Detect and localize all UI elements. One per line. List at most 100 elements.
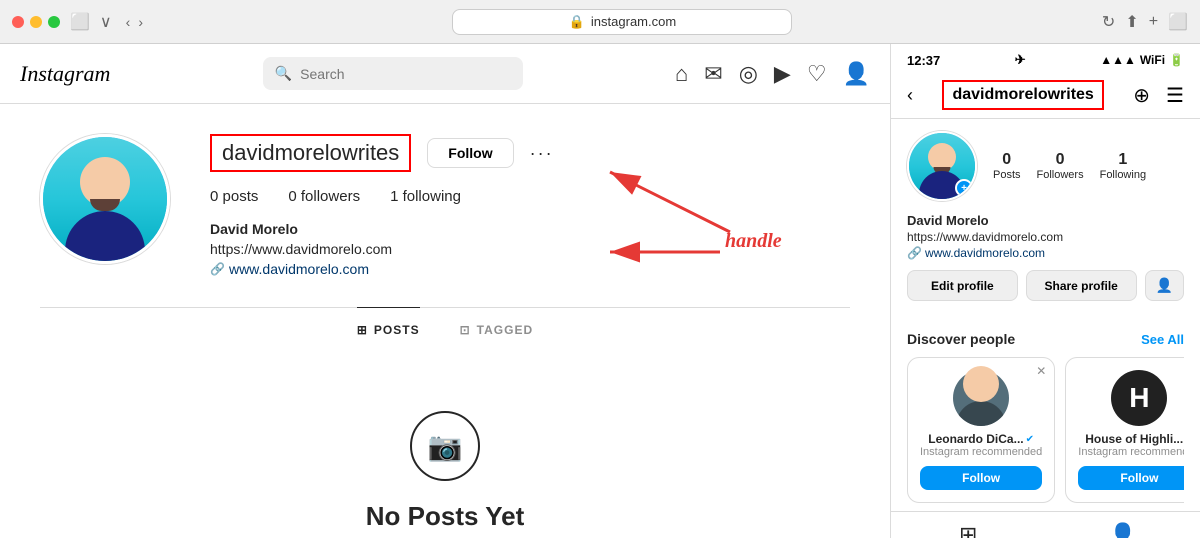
mobile-profile-top: + 0 Posts 0 Followers 1 Following: [907, 131, 1184, 201]
tab-tagged-label: TAGGED: [477, 323, 533, 337]
card-follow-button-house[interactable]: Follow: [1078, 466, 1184, 490]
mobile-bottom-tabs: ⊞ 👤: [891, 511, 1200, 538]
desktop-header: Instagram 🔍 ⌂ ✉ ◎ ▶ ♡ 👤: [0, 44, 890, 104]
mobile-following-stat: 1 Following: [1100, 151, 1146, 181]
mobile-share-profile-button[interactable]: Share profile: [1026, 270, 1137, 301]
browser-chrome: ⬜ ∨ ‹ › 🔒 instagram.com ↻ ⬆ + ⬜: [0, 0, 1200, 44]
url-text: instagram.com: [591, 14, 676, 29]
mobile-add-story-icon[interactable]: +: [955, 179, 973, 197]
followers-stat: 0 followers: [288, 188, 360, 205]
tab-posts[interactable]: ⊞ POSTS: [357, 307, 420, 351]
avatar-image: [43, 137, 167, 261]
signal-icon: ▲▲▲: [1100, 53, 1136, 67]
no-posts-title: No Posts Yet: [366, 501, 524, 532]
mobile-link-icon: 🔗: [907, 246, 922, 260]
mobile-stats: 0 Posts 0 Followers 1 Following: [993, 151, 1146, 181]
mobile-profile-url: https://www.davidmorelo.com: [907, 230, 1184, 244]
close-button[interactable]: [12, 16, 24, 28]
notifications-icon[interactable]: ♡: [807, 61, 827, 87]
reload-icon[interactable]: ↻: [1102, 12, 1115, 32]
profile-tabs: ⊞ POSTS ⊡ TAGGED: [40, 307, 850, 351]
profile-link[interactable]: 🔗 www.davidmorelo.com: [210, 261, 850, 277]
profile-avatar: [40, 134, 170, 264]
messenger-icon[interactable]: ✉: [704, 61, 722, 87]
mobile-header-icons: ⊕ ☰: [1133, 83, 1184, 108]
mobile-following-label: Following: [1100, 169, 1146, 181]
back-button[interactable]: ‹: [126, 14, 131, 30]
header-nav: ⌂ ✉ ◎ ▶ ♡ 👤: [675, 61, 870, 87]
battery-icon: 🔋: [1169, 53, 1184, 67]
explore-icon[interactable]: ◎: [739, 61, 758, 87]
search-bar[interactable]: 🔍: [263, 57, 523, 90]
no-posts-section: 📷 No Posts Yet: [0, 351, 890, 538]
mobile-tab-person[interactable]: 👤: [1046, 522, 1200, 538]
mobile-posts-num: 0: [993, 151, 1021, 169]
home-icon[interactable]: ⌂: [675, 61, 688, 87]
see-all-button[interactable]: See All: [1141, 332, 1184, 347]
search-input[interactable]: [300, 66, 500, 82]
profile-avatar-container: [40, 134, 170, 264]
chevron-down-icon[interactable]: ∨: [100, 12, 112, 32]
profile-top-row: davidmorelowrites Follow ···: [210, 134, 850, 172]
profile-icon[interactable]: 👤: [843, 61, 870, 87]
new-tab-icon[interactable]: +: [1149, 13, 1158, 31]
minimize-button[interactable]: [30, 16, 42, 28]
main-layout: Instagram 🔍 ⌂ ✉ ◎ ▶ ♡ 👤: [0, 44, 1200, 538]
card-name-row-1: Leonardo DiCa... ✔: [920, 432, 1042, 446]
discover-card-leonardo: ✕ Leonardo DiCa... ✔ Instagram recommend…: [907, 357, 1055, 503]
card-sub-leonardo: Instagram recommended: [920, 446, 1042, 458]
mobile-link-text: www.davidmorelo.com: [925, 246, 1045, 260]
tab-overview-icon[interactable]: ⬜: [1168, 12, 1188, 32]
mobile-profile-name: David Morelo: [907, 213, 1184, 228]
camera-icon: 📷: [410, 411, 480, 481]
avatar-beard: [90, 199, 120, 211]
mobile-header: ‹ davidmorelowrites ⊕ ☰: [891, 72, 1200, 119]
share-icon[interactable]: ⬆: [1125, 12, 1138, 32]
tab-posts-label: POSTS: [374, 323, 420, 337]
profile-info: davidmorelowrites Follow ··· 0 posts 0 f…: [210, 134, 850, 277]
link-icon: 🔗: [210, 262, 225, 276]
card-follow-button-leonardo[interactable]: Follow: [920, 466, 1042, 490]
mobile-posts-label: Posts: [993, 169, 1021, 181]
profile-name: David Morelo: [210, 221, 850, 237]
more-options-button[interactable]: ···: [530, 143, 554, 164]
posts-stat: 0 posts: [210, 188, 258, 205]
card-avatar-leonardo: [953, 370, 1009, 426]
card-close-button-1[interactable]: ✕: [1036, 364, 1046, 378]
card-name-leonardo: Leonardo DiCa...: [928, 432, 1023, 446]
avatar-body: [65, 211, 145, 261]
reels-icon[interactable]: ▶: [774, 61, 791, 87]
mobile-discover-button[interactable]: 👤: [1145, 270, 1184, 301]
maximize-button[interactable]: [48, 16, 60, 28]
address-bar[interactable]: 🔒 instagram.com: [153, 9, 1092, 35]
tab-tagged[interactable]: ⊡ TAGGED: [460, 308, 534, 351]
forward-button[interactable]: ›: [138, 14, 143, 30]
grid-icon: ⊞: [357, 323, 368, 337]
lock-icon: 🔒: [569, 14, 585, 30]
sidebar-icon[interactable]: ⬜: [70, 12, 90, 32]
discover-title: Discover people: [907, 331, 1015, 347]
mobile-add-icon[interactable]: ⊕: [1133, 83, 1150, 108]
mobile-action-buttons: Edit profile Share profile 👤: [907, 270, 1184, 301]
mobile-posts-stat: 0 Posts: [993, 151, 1021, 181]
mobile-menu-icon[interactable]: ☰: [1166, 83, 1184, 108]
instagram-desktop: Instagram 🔍 ⌂ ✉ ◎ ▶ ♡ 👤: [0, 44, 890, 538]
card-name-row-2: House of Highli... ✔: [1078, 432, 1184, 446]
mobile-back-icon[interactable]: ‹: [907, 85, 913, 106]
url-input[interactable]: 🔒 instagram.com: [452, 9, 792, 35]
traffic-lights: [12, 16, 60, 28]
wifi-icon: WiFi: [1140, 53, 1165, 67]
follow-button[interactable]: Follow: [427, 138, 513, 168]
mobile-profile-link[interactable]: 🔗 www.davidmorelo.com: [907, 246, 1184, 260]
link-text: www.davidmorelo.com: [229, 261, 369, 277]
mobile-tab-grid[interactable]: ⊞: [891, 522, 1046, 538]
mobile-edit-profile-button[interactable]: Edit profile: [907, 270, 1018, 301]
discover-section: Discover people See All ✕ Leonardo DiCa.…: [891, 323, 1200, 511]
card-avatar-house: H: [1111, 370, 1167, 426]
following-stat: 1 following: [390, 188, 461, 205]
status-icons: ▲▲▲ WiFi 🔋: [1100, 53, 1184, 67]
card-name-house: House of Highli...: [1085, 432, 1183, 446]
browser-right-controls: ↻ ⬆ + ⬜: [1102, 12, 1188, 32]
status-time: 12:37: [907, 53, 940, 68]
mobile-followers-label: Followers: [1037, 169, 1084, 181]
